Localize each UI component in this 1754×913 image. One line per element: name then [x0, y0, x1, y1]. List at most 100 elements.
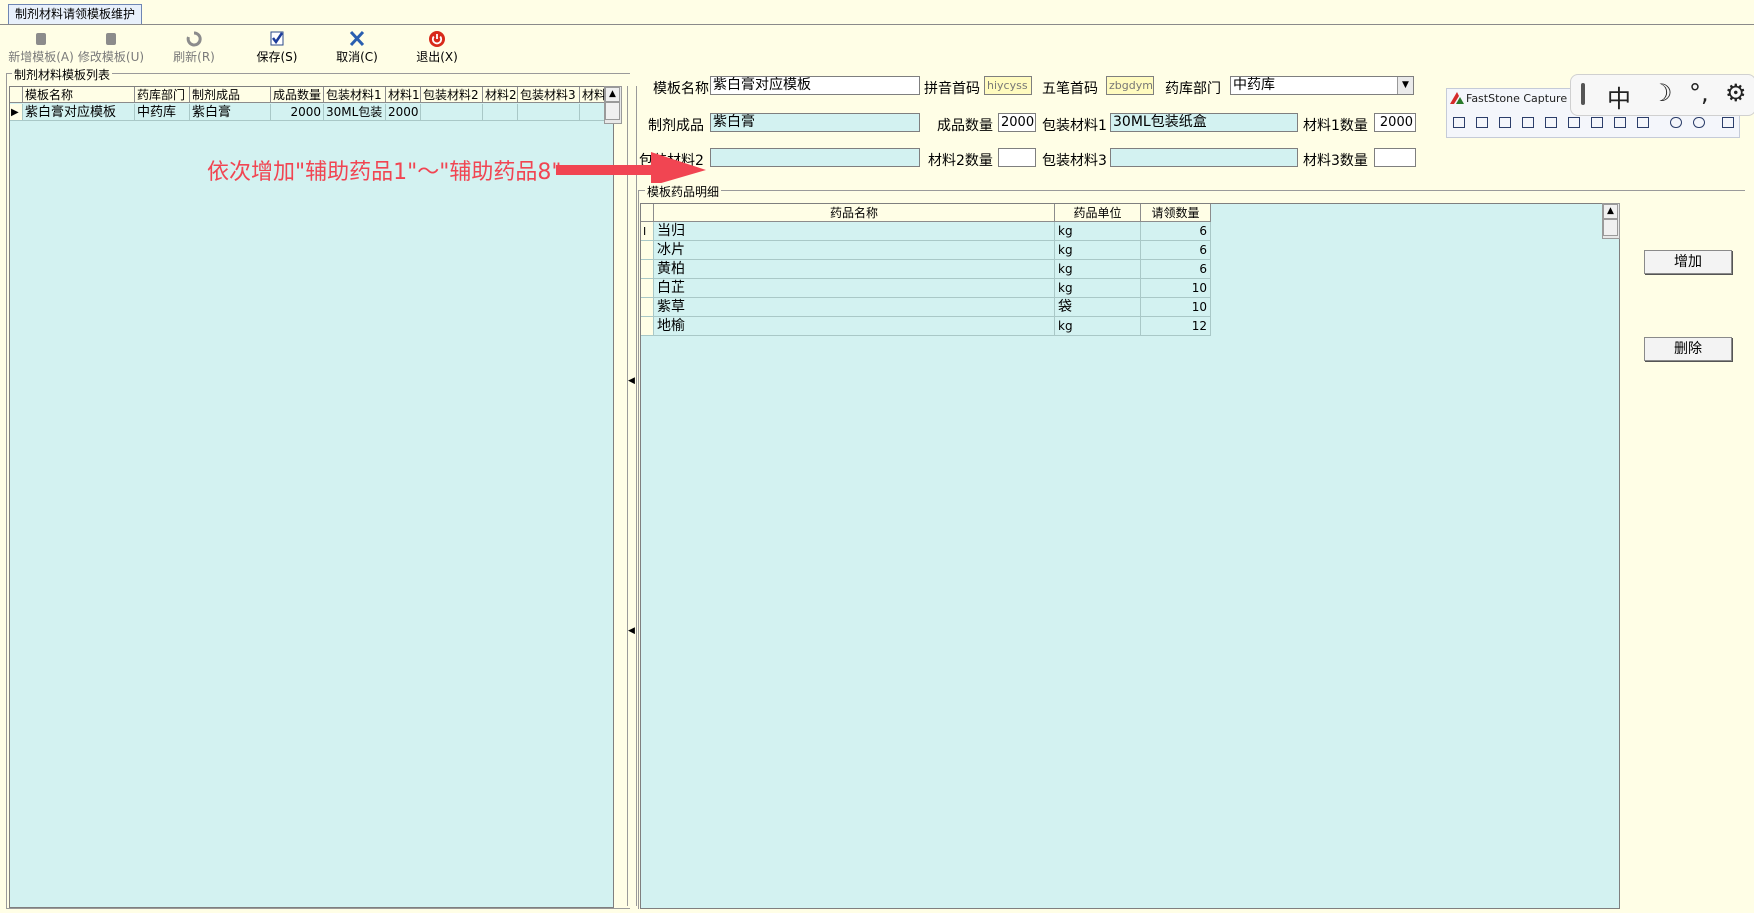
capture-fixed-region-icon[interactable]: [1614, 117, 1626, 128]
scroll-thumb[interactable]: [605, 102, 620, 120]
cell-request-qty[interactable]: 6: [1141, 241, 1211, 260]
cell-mat2[interactable]: [421, 104, 483, 121]
cell-mat1[interactable]: 30ML包装: [324, 104, 386, 121]
pinyin-field[interactable]: hiycyss: [984, 76, 1032, 95]
cell-request-qty[interactable]: 10: [1141, 279, 1211, 298]
row-indicator: [641, 241, 654, 260]
mat2-qty-field[interactable]: [998, 148, 1036, 167]
tab-template-maintenance[interactable]: 制剂材料请领模板维护: [8, 4, 143, 24]
collapse-left-icon[interactable]: ◀: [628, 376, 635, 386]
cell-drug-unit[interactable]: kg: [1055, 241, 1141, 260]
panel-splitter[interactable]: ◀ ◀: [627, 86, 637, 906]
detail-legend: 模板药品明细: [645, 183, 722, 200]
cancel-label: 取消(C): [336, 50, 378, 64]
col-header-mat1[interactable]: 包装材料1: [324, 87, 386, 103]
detail-scrollbar[interactable]: ▲: [1602, 203, 1620, 239]
row-indicator: [641, 317, 654, 336]
scroll-up-icon[interactable]: ▲: [1603, 204, 1618, 219]
capture-object-icon[interactable]: [1499, 117, 1511, 128]
cell-drug-name[interactable]: 地榆: [654, 317, 1055, 336]
delay-timer-icon[interactable]: [1670, 117, 1682, 128]
cell-drug-unit[interactable]: kg: [1055, 317, 1141, 336]
cell-request-qty[interactable]: 6: [1141, 222, 1211, 241]
row-indicator: [641, 260, 654, 279]
cell-mat2-qty[interactable]: [483, 104, 518, 121]
cell-mat1-qty[interactable]: 2000: [386, 104, 421, 121]
mat3-qty-field[interactable]: [1374, 148, 1416, 167]
col-header-mat1-qty[interactable]: 材料1: [386, 87, 421, 103]
chevron-down-icon[interactable]: ▼: [1397, 77, 1413, 94]
mat3-field[interactable]: [1110, 148, 1298, 167]
col-header-template-name[interactable]: 模板名称: [23, 87, 135, 103]
capture-scrolling-icon[interactable]: [1591, 117, 1603, 128]
cell-drug-unit[interactable]: kg: [1055, 222, 1141, 241]
capture-fullscreen-icon[interactable]: [1568, 117, 1580, 128]
col-header-product[interactable]: 制剂成品: [190, 87, 271, 103]
capture-freehand-icon[interactable]: [1545, 117, 1557, 128]
refresh-button[interactable]: 刷新(R): [163, 30, 225, 66]
new-template-button[interactable]: 新增模板(A): [2, 30, 80, 66]
capture-region-icon[interactable]: [1522, 117, 1534, 128]
exit-button[interactable]: 退出(X): [402, 30, 472, 66]
save-button[interactable]: 保存(S): [242, 30, 312, 66]
cell-drug-unit[interactable]: kg: [1055, 279, 1141, 298]
cell-request-qty[interactable]: 12: [1141, 317, 1211, 336]
template-name-label: 模板名称: [653, 81, 709, 97]
ime-punctuation-icon[interactable]: °,: [1689, 79, 1709, 107]
output-options-icon[interactable]: [1693, 117, 1705, 128]
col-header-request-qty[interactable]: 请领数量: [1141, 204, 1211, 222]
template-name-field[interactable]: 紫白膏对应模板: [710, 76, 920, 95]
cell-drug-name[interactable]: 黄柏: [654, 260, 1055, 279]
pinyin-label: 拼音首码: [924, 81, 980, 97]
cell-drug-unit[interactable]: kg: [1055, 260, 1141, 279]
detail-grid[interactable]: 药品名称 药品单位 请领数量 I 当归 kg 6 冰片 kg 6 黄柏 kg 6…: [640, 203, 1620, 909]
wubi-field[interactable]: zbgdymb: [1106, 76, 1154, 95]
scroll-up-icon[interactable]: ▲: [605, 87, 620, 102]
capture-window-icon[interactable]: [1476, 117, 1488, 128]
edit-template-button[interactable]: 修改模板(U): [72, 30, 150, 66]
delete-button[interactable]: 删除: [1644, 337, 1732, 361]
faststone-logo-icon: [1450, 92, 1464, 104]
screen-record-icon[interactable]: [1637, 117, 1649, 128]
product-field[interactable]: 紫白膏: [710, 113, 920, 132]
cell-drug-name[interactable]: 冰片: [654, 241, 1055, 260]
cell-qty[interactable]: 2000: [271, 104, 324, 121]
col-header-mat3[interactable]: 包装材料3: [518, 87, 580, 103]
collapse-right-icon[interactable]: ◀: [628, 626, 635, 636]
edit-template-label: 修改模板(U): [77, 50, 145, 64]
mat1-label: 包装材料1: [1042, 118, 1107, 134]
cell-request-qty[interactable]: 10: [1141, 298, 1211, 317]
ime-settings-icon[interactable]: ⚙: [1725, 79, 1747, 107]
col-header-mat2[interactable]: 包装材料2: [421, 87, 483, 103]
ime-chinese-mode[interactable]: 中: [1607, 79, 1631, 114]
col-header-drug-unit[interactable]: 药品单位: [1055, 204, 1141, 222]
cell-drug-name[interactable]: 当归: [654, 222, 1055, 241]
cell-request-qty[interactable]: 6: [1141, 260, 1211, 279]
scroll-thumb[interactable]: [1603, 219, 1618, 236]
cell-template-name[interactable]: 紫白膏对应模板: [23, 104, 135, 121]
cell-dept[interactable]: 中药库: [135, 104, 190, 121]
open-folder-icon[interactable]: [1453, 117, 1465, 128]
col-header-qty[interactable]: 成品数量: [271, 87, 324, 103]
col-header-dept[interactable]: 药库部门: [135, 87, 190, 103]
cell-mat3[interactable]: [518, 104, 580, 121]
cell-drug-name[interactable]: 白芷: [654, 279, 1055, 298]
template-list-grid[interactable]: 模板名称 药库部门 制剂成品 成品数量 包装材料1 材料1 包装材料2 材料2 …: [9, 86, 614, 908]
ime-halfwidth-icon[interactable]: ☽: [1651, 79, 1673, 107]
product-qty-field[interactable]: 2000: [998, 113, 1036, 132]
mat1-qty-field[interactable]: 2000: [1374, 113, 1416, 132]
cell-drug-unit[interactable]: 袋: [1055, 298, 1141, 317]
col-header-mat2-qty[interactable]: 材料2: [483, 87, 518, 103]
ime-toolbar[interactable]: 中 ☽ °, ⚙: [1570, 74, 1754, 116]
cancel-button[interactable]: 取消(C): [322, 30, 392, 66]
template-list-scrollbar[interactable]: ▲: [604, 86, 622, 124]
cell-drug-name[interactable]: 紫草: [654, 298, 1055, 317]
ime-drag-handle[interactable]: [1581, 83, 1585, 105]
mat1-field[interactable]: 30ML包装纸盒: [1110, 113, 1298, 132]
cell-product[interactable]: 紫白膏: [190, 104, 271, 121]
col-header-drug-name[interactable]: 药品名称: [654, 204, 1055, 222]
mat2-field[interactable]: [710, 148, 920, 167]
settings-menu-icon[interactable]: [1722, 117, 1734, 128]
add-button[interactable]: 增加: [1644, 250, 1732, 274]
dept-select[interactable]: 中药库 ▼: [1230, 76, 1414, 95]
